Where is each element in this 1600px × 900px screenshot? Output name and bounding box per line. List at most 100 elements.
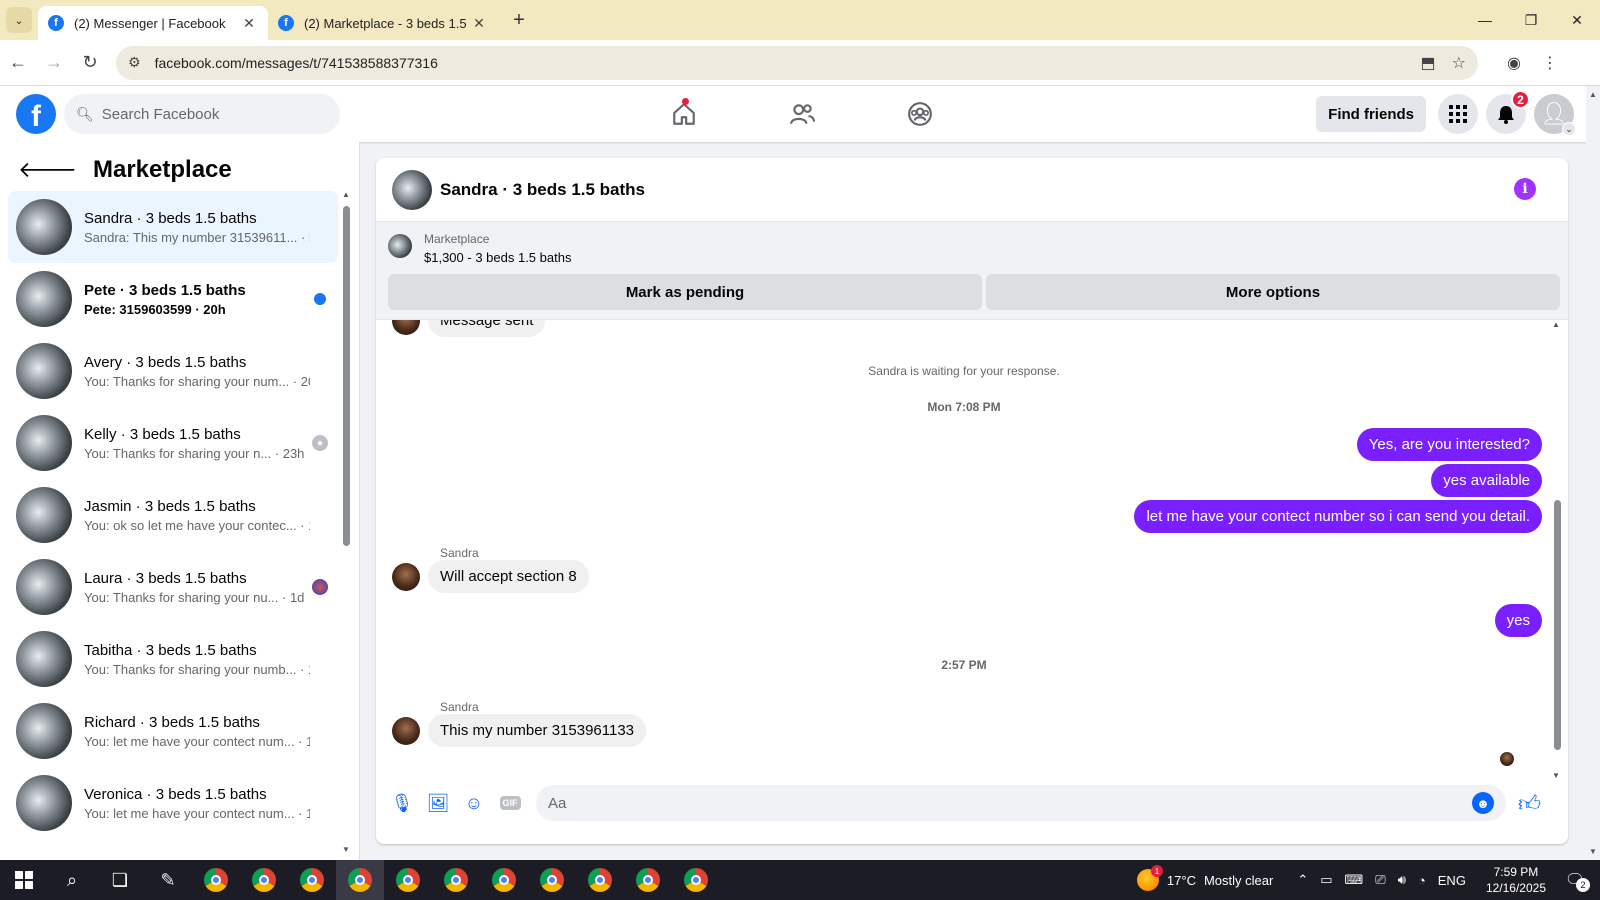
conversation-item[interactable]: Sandra · 3 beds 1.5 baths Sandra: This my… [8, 191, 338, 263]
back-arrow-icon[interactable]: 🡐 [18, 157, 77, 183]
forward-arrow-icon[interactable]: → [36, 52, 72, 73]
conversation-item[interactable]: Veronica · 3 beds 1.5 baths You: let me h… [8, 767, 338, 839]
mark-as-pending-button[interactable]: Mark as pending [388, 274, 982, 310]
message-input[interactable] [548, 794, 1472, 812]
site-info-icon[interactable]: ⚙ [128, 54, 141, 71]
volume-icon[interactable]: 🔊︎ [1398, 872, 1406, 888]
taskbar-chrome[interactable] [576, 860, 624, 900]
wifi-icon[interactable]: ◔ [1418, 873, 1426, 888]
gif-icon[interactable]: GIF [492, 785, 528, 821]
emoji-icon[interactable]: ☻ [1472, 792, 1494, 814]
taskbar-chrome[interactable] [192, 860, 240, 900]
outgoing-message[interactable]: Yes, are you interested? [1356, 428, 1542, 461]
back-arrow-icon[interactable]: ← [0, 52, 36, 73]
facebook-logo-icon[interactable]: f [16, 94, 56, 134]
taskbar-chrome[interactable] [672, 860, 720, 900]
incoming-message[interactable]: Will accept section 8 [428, 560, 589, 593]
outgoing-message[interactable]: yes [1494, 604, 1542, 637]
conversation-item[interactable]: Tabitha · 3 beds 1.5 baths You: Thanks fo… [8, 623, 338, 695]
conversation-item[interactable]: Avery · 3 beds 1.5 baths You: Thanks for … [8, 335, 338, 407]
network-icon[interactable]: ▭ [1320, 872, 1332, 888]
listing-thumbnail[interactable] [388, 234, 412, 258]
notifications-button[interactable]: 2 [1486, 90, 1530, 134]
scroll-up-icon[interactable]: ▲ [1589, 90, 1597, 99]
language-indicator[interactable]: ENG [1438, 873, 1466, 888]
info-icon[interactable]: i [1514, 178, 1536, 200]
url-text[interactable]: facebook.com/messages/t/741538588377316 [155, 55, 1405, 71]
conversation-name: Richard · 3 beds 1.5 baths [84, 713, 260, 731]
taskbar-app[interactable]: ✎ [144, 860, 192, 900]
browser-tab-messenger[interactable]: f (2) Messenger | Facebook ✕ [38, 6, 268, 40]
nav-home[interactable] [625, 86, 743, 142]
chat-scrollbar[interactable]: ▲ ▼ [1552, 320, 1562, 780]
taskbar-chrome-active[interactable] [336, 860, 384, 900]
scroll-down-icon[interactable]: ▼ [1589, 847, 1597, 856]
thumbs-up-icon[interactable]: 👍︎ [1518, 790, 1541, 817]
close-tab-icon[interactable]: ✕ [470, 15, 488, 32]
minimize-icon[interactable]: — [1462, 0, 1508, 40]
more-options-button[interactable]: More options [986, 274, 1560, 310]
browser-tab-marketplace[interactable]: f (2) Marketplace - 3 beds 1.5 baths ✕ [268, 6, 498, 40]
input-method-icon[interactable]: ⌨ [1345, 872, 1364, 888]
incoming-message[interactable]: This my number 3153961133 [428, 714, 647, 747]
chat-title[interactable]: Sandra · 3 beds 1.5 baths [440, 180, 645, 200]
page-scrollbar[interactable]: ▲ ▼ [1586, 86, 1600, 860]
photo-attach-icon[interactable]: 🖼︎ [420, 785, 456, 821]
nav-friends[interactable] [743, 86, 861, 142]
chevron-up-icon[interactable]: ⌃ [1297, 872, 1308, 888]
taskbar-chrome[interactable] [384, 860, 432, 900]
find-friends-button[interactable]: Find friends [1316, 96, 1426, 132]
conversation-item[interactable]: Jasmin · 3 beds 1.5 baths You: ok so let … [8, 479, 338, 551]
profile-icon[interactable]: ◉ [1496, 53, 1532, 73]
account-avatar[interactable]: 👤︎ ⌄ [1534, 94, 1576, 136]
notification-center-button[interactable]: 🗨︎ 2 [1560, 870, 1590, 892]
outgoing-message[interactable]: let me have your contect number so i can… [1134, 500, 1542, 533]
install-app-icon[interactable]: ⬒ [1421, 53, 1436, 73]
taskbar-chrome[interactable] [288, 860, 336, 900]
sidebar-scrollbar[interactable]: ▲ ▼ [341, 190, 351, 854]
close-tab-icon[interactable]: ✕ [240, 15, 258, 32]
sidebar-title: Marketplace [93, 156, 232, 183]
home-notification-dot [682, 98, 689, 105]
scroll-down-icon[interactable]: ▼ [342, 845, 350, 854]
browser-menu-icon[interactable]: ⋮ [1532, 53, 1568, 73]
start-button[interactable] [0, 860, 48, 900]
scrollbar-thumb[interactable] [343, 206, 350, 546]
weather-widget[interactable]: 1 17°C Mostly clear [1136, 865, 1273, 891]
display-icon[interactable]: ⎚ [1375, 872, 1385, 888]
scroll-up-icon[interactable]: ▲ [1552, 320, 1560, 329]
chat-avatar[interactable] [392, 169, 432, 210]
scrollbar-thumb[interactable] [1554, 500, 1561, 750]
sticker-icon[interactable]: ☺ [456, 785, 492, 821]
conversation-item[interactable]: Laura · 3 beds 1.5 baths You: Thanks for … [8, 551, 338, 623]
taskbar-chrome[interactable] [432, 860, 480, 900]
facebook-search-input[interactable]: 🔍︎ Search Facebook [64, 94, 340, 134]
taskbar-chrome[interactable] [624, 860, 672, 900]
outgoing-message[interactable]: yes available [1431, 464, 1542, 497]
menu-grid-button[interactable] [1438, 94, 1478, 134]
clock[interactable]: 7:59 PM 12/16/2025 [1486, 864, 1546, 896]
new-tab-button[interactable]: + [504, 9, 534, 32]
conversation-item[interactable]: Pete · 3 beds 1.5 baths Pete: 3159603599 … [8, 263, 338, 335]
conversation-item[interactable]: Kelly · 3 beds 1.5 baths You: Thanks for … [8, 407, 338, 479]
bookmark-star-icon[interactable]: ☆ [1452, 53, 1466, 73]
tab-search-dropdown[interactable]: ⌄ [6, 7, 32, 33]
incoming-message[interactable]: Message sent [428, 320, 546, 337]
conversation-item[interactable]: Richard · 3 beds 1.5 baths You: let me ha… [8, 695, 338, 767]
listing-avatar [16, 703, 72, 759]
microphone-icon[interactable]: 🎙︎ [384, 785, 420, 821]
taskbar-chrome[interactable] [528, 860, 576, 900]
nav-groups[interactable] [861, 86, 979, 142]
restore-icon[interactable]: ❐ [1508, 0, 1554, 40]
message-composer: 🎙︎ 🖼︎ ☺ GIF ☻ 👍︎ [376, 778, 1568, 828]
reload-icon[interactable]: ↻ [72, 52, 108, 73]
taskbar-chrome[interactable] [240, 860, 288, 900]
task-view-button[interactable]: ❏ [96, 860, 144, 900]
listing-price[interactable]: $1,300 - 3 beds 1.5 baths [424, 250, 571, 265]
taskbar-search-button[interactable]: ⌕ [48, 860, 96, 900]
chrome-icon [588, 868, 612, 892]
url-omnibox[interactable]: ⚙ facebook.com/messages/t/74153858837731… [116, 45, 1478, 80]
close-window-icon[interactable]: ✕ [1554, 0, 1600, 40]
scroll-up-icon[interactable]: ▲ [342, 190, 350, 199]
taskbar-chrome[interactable] [480, 860, 528, 900]
